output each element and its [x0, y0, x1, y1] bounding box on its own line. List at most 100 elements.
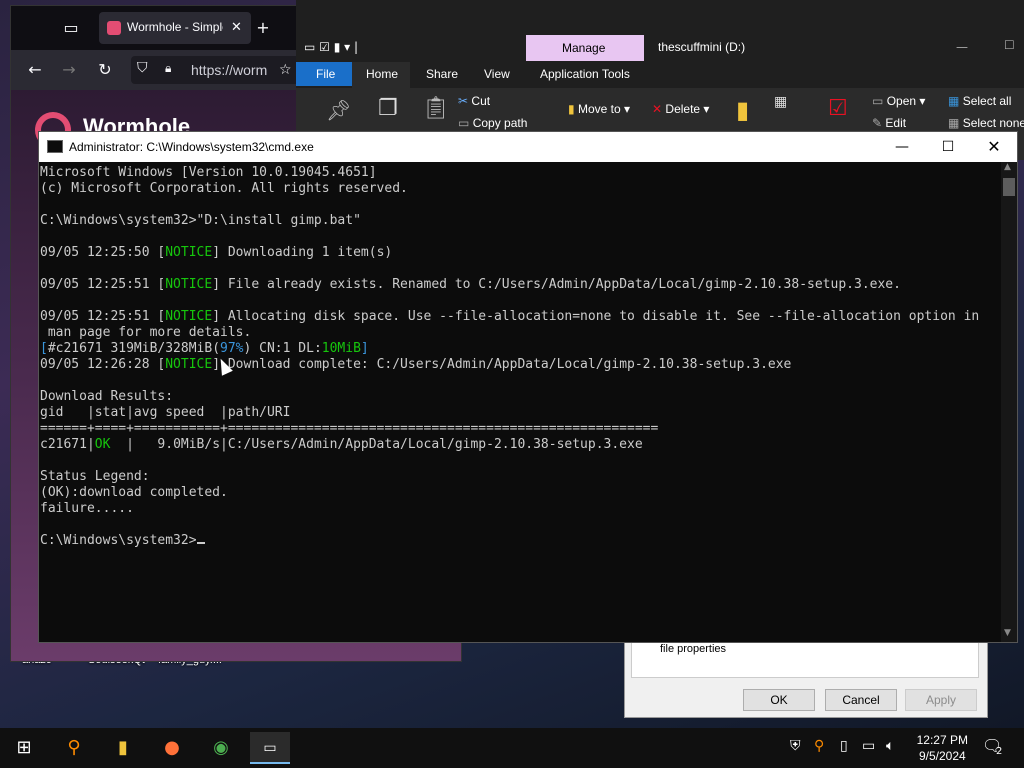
notice-tag: NOTICE — [165, 309, 213, 324]
console-scrollbar[interactable]: ▲ ▼ — [1001, 162, 1017, 642]
search-icon[interactable]: ⚲ — [54, 732, 94, 764]
new-folder-icon[interactable]: ▮ — [736, 96, 749, 124]
chrome-icon[interactable]: ◉ — [201, 732, 241, 764]
cut-label: Cut — [471, 94, 491, 108]
open-icon: ▭ — [872, 94, 884, 108]
cancel-button[interactable]: Cancel — [825, 689, 897, 711]
taskbar: ⊞ ⚲ ▮ ● ◉ ▭ ⛨ ⚲ ▯ ▭ 🔈︎ 12:27 PM 9/5/2024… — [0, 728, 1024, 768]
firefox-icon[interactable]: ● — [152, 732, 192, 764]
new-item-icon[interactable]: ▦ — [774, 94, 787, 110]
scroll-up-icon[interactable]: ▲ — [1004, 162, 1011, 172]
console-line: 09/05 12:25:51 [ — [40, 277, 166, 292]
copy-path-icon: ▭ — [458, 116, 470, 130]
apply-button[interactable]: Apply — [905, 689, 977, 711]
console-line: failure..... — [40, 501, 134, 516]
tab-overview-icon[interactable]: ▭ — [55, 12, 87, 44]
start-windows-icon[interactable]: ⊞ — [4, 732, 44, 764]
cut-button[interactable]: ✂ Cut — [458, 94, 490, 108]
download-speed: 10MiB — [321, 341, 361, 356]
scroll-down-icon[interactable]: ▼ — [1004, 628, 1011, 638]
forward-icon[interactable]: → — [53, 54, 85, 86]
delete-x-icon: ✕ — [652, 102, 663, 116]
copy-path-button[interactable]: ▭ Copy path — [458, 116, 527, 130]
quick-access-icons[interactable]: ▭ ☑ ▮ ▾ | — [304, 40, 358, 54]
console-line: ] Download complete: C:/Users/Admin/AppD… — [212, 357, 792, 372]
ok-button[interactable]: OK — [743, 689, 815, 711]
paste-icon[interactable]: 📋︎ — [422, 96, 450, 121]
copy-icon[interactable]: ❐ — [378, 96, 398, 121]
clock-date: 9/5/2024 — [918, 749, 966, 763]
select-all-icon: ▦ — [948, 94, 960, 108]
edit-button[interactable]: ✎ Edit — [872, 116, 906, 130]
properties-check-icon[interactable]: ☑ — [828, 96, 848, 121]
lock-icon[interactable]: 🔒︎ — [165, 61, 171, 76]
edit-icon: ✎ — [872, 116, 883, 130]
console-output[interactable]: Microsoft Windows [Version 10.0.19045.46… — [39, 162, 1001, 642]
open-button[interactable]: ▭ Open ▾ — [872, 94, 925, 108]
tab-home[interactable]: Home — [352, 62, 410, 88]
cmd-window: Administrator: C:\Windows\system32\cmd.e… — [38, 131, 1018, 643]
copy-path-label: Copy path — [472, 116, 528, 130]
console-line: c21671| — [40, 437, 95, 452]
delete-label: Delete — [665, 102, 701, 116]
explorer-maximize-icon[interactable]: ☐ — [1004, 38, 1015, 52]
volume-muted-icon[interactable]: 🔈︎ — [886, 738, 894, 754]
move-to-button[interactable]: ▮ Move to ▾ — [568, 102, 630, 116]
console-line: (OK):download completed. — [40, 485, 228, 500]
progress-bracket: ] — [360, 341, 369, 356]
manage-label: Manage — [562, 41, 606, 55]
explorer-minimize-icon[interactable]: — — [956, 40, 968, 54]
close-icon[interactable]: ✕ — [971, 132, 1017, 162]
console-line: C:\Windows\system32>"D:\install gimp.bat… — [40, 213, 361, 228]
url-text: https://worm — [191, 62, 268, 78]
console-line: (c) Microsoft Corporation. All rights re… — [40, 181, 408, 196]
tab-view[interactable]: View — [484, 67, 510, 81]
cmd-taskbar-icon[interactable]: ▭ — [250, 732, 290, 764]
new-tab-icon[interactable]: + — [247, 12, 279, 44]
tab-application-tools[interactable]: Application Tools — [540, 67, 630, 81]
file-explorer-icon[interactable]: ▮ — [103, 732, 143, 764]
pin-icon[interactable]: 📌︎ — [326, 98, 351, 122]
clock[interactable]: 12:27 PM 9/5/2024 — [917, 732, 968, 764]
status-ok: OK — [94, 437, 111, 452]
console-line: 09/05 12:26:28 [ — [40, 357, 166, 372]
folder-icon: ▮ — [568, 102, 575, 116]
progress-percent: 97% — [220, 341, 244, 356]
tab-share[interactable]: Share — [426, 67, 458, 81]
network-icon[interactable]: ▭ — [862, 738, 875, 754]
select-all-label: Select all — [962, 94, 1012, 108]
tray-search-icon[interactable]: ⚲ — [814, 738, 824, 754]
delete-button[interactable]: ✕ Delete ▾ — [652, 102, 709, 116]
maximize-icon[interactable]: ☐ — [925, 132, 971, 162]
console-line: | 9.0MiB/s|C:/Users/Admin/AppData/Local/… — [110, 437, 643, 452]
security-icon[interactable]: ⛨ — [790, 738, 801, 754]
select-none-label: Select none — [962, 116, 1024, 130]
select-all-button[interactable]: ▦ Select all — [948, 94, 1011, 108]
console-line: 09/05 12:25:50 [ — [40, 245, 166, 260]
tab-file[interactable]: File — [296, 62, 352, 86]
cmd-title-bar[interactable]: Administrator: C:\Windows\system32\cmd.e… — [39, 132, 1017, 162]
progress-text: ) CN:1 DL: — [243, 341, 322, 356]
console-line: Microsoft Windows [Version 10.0.19045.46… — [40, 165, 377, 180]
console-line: ] Downloading 1 item(s) — [212, 245, 393, 260]
browser-tab-title: Wormhole - Simple, private file sharing — [127, 20, 223, 34]
dialog-text: file properties — [660, 643, 727, 655]
shield-icon[interactable]: ⛉ — [137, 60, 148, 76]
back-icon[interactable]: ← — [19, 54, 51, 86]
close-tab-icon[interactable]: ✕ — [231, 20, 242, 35]
select-none-button[interactable]: ▦ Select none — [948, 116, 1024, 130]
browser-tab-wormhole[interactable]: Wormhole - Simple, private file sharing … — [99, 12, 251, 44]
manage-context-tab[interactable]: Manage — [526, 35, 644, 61]
notice-tag: NOTICE — [165, 245, 213, 260]
scrollbar-thumb[interactable] — [1003, 178, 1015, 196]
bookmark-star-icon[interactable]: ☆ — [279, 62, 292, 78]
edit-label: Edit — [885, 116, 907, 130]
cmd-app-icon — [47, 140, 63, 153]
console-line: gid |stat|avg speed |path/URI — [40, 405, 291, 420]
open-label: Open — [886, 94, 917, 108]
battery-icon[interactable]: ▯ — [840, 738, 848, 754]
minimize-icon[interactable]: — — [879, 132, 925, 162]
notice-tag: NOTICE — [165, 277, 213, 292]
reload-icon[interactable]: ↻ — [89, 54, 121, 86]
console-line: ======+====+===========+================… — [40, 421, 659, 436]
